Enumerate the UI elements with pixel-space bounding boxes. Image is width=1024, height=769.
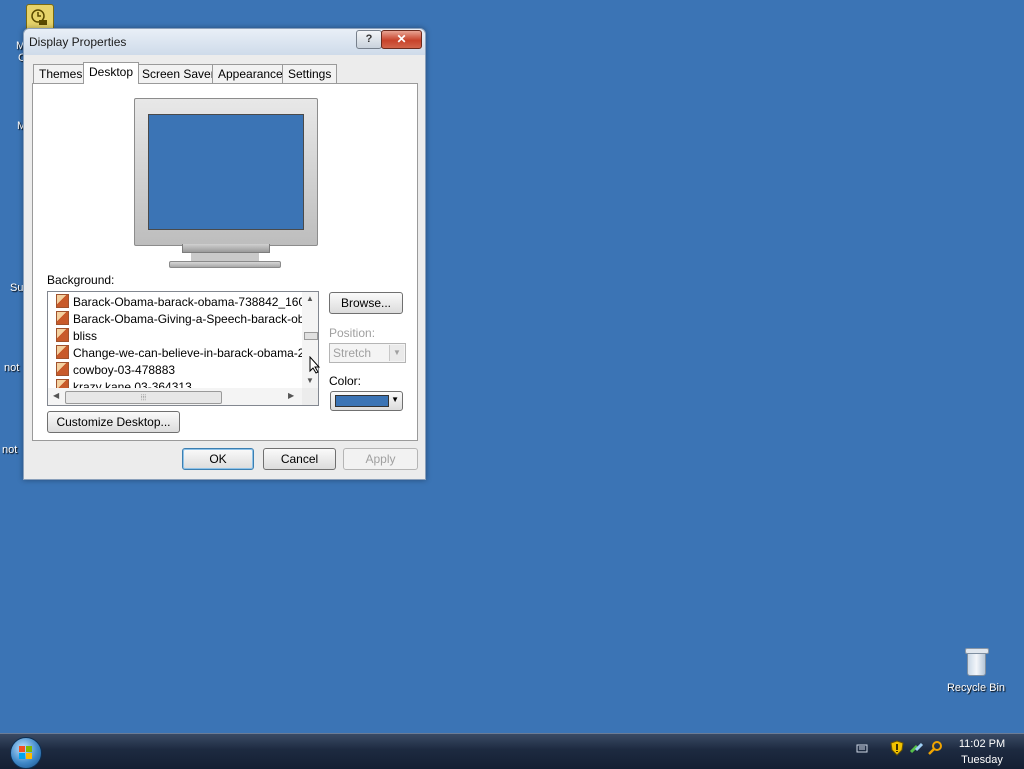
keyboard-icon[interactable] — [856, 742, 872, 758]
customize-desktop-button[interactable]: Customize Desktop... — [47, 411, 180, 433]
tab-screen-saver[interactable]: Screen Saver — [136, 64, 221, 83]
color-picker-button[interactable]: ▼ — [330, 391, 403, 411]
desktop-label-fragment: Su — [10, 282, 24, 294]
list-item-label: Change-we-can-believe-in-barack-obama-27… — [73, 346, 319, 360]
chevron-down-icon: ▼ — [389, 345, 404, 361]
help-button[interactable]: ? — [356, 30, 382, 49]
recycle-bin-icon — [965, 648, 989, 676]
position-label: Position: — [329, 326, 376, 340]
list-item[interactable]: Barack-Obama-Giving-a-Speech-barack-obam… — [56, 311, 319, 327]
vertical-scroll-thumb[interactable] — [304, 332, 318, 340]
image-file-icon — [56, 362, 69, 376]
monitor-base — [169, 261, 281, 268]
network-icon[interactable] — [909, 740, 925, 756]
clock-time: 11:02 PM — [958, 738, 1006, 750]
list-item[interactable]: cowboy-03-478883 — [56, 362, 175, 378]
display-properties-dialog: Display Properties ? ✕ Themes Desktop Sc… — [23, 28, 426, 480]
tab-themes[interactable]: Themes — [33, 64, 89, 83]
list-item[interactable]: bliss — [56, 328, 97, 344]
dialog-title: Display Properties — [29, 35, 127, 49]
browse-button[interactable]: Browse... — [329, 292, 403, 314]
position-value: Stretch — [333, 346, 372, 360]
search-icon[interactable] — [928, 740, 944, 756]
title-bar[interactable]: Display Properties ? ✕ — [24, 29, 425, 55]
security-shield-icon[interactable] — [890, 740, 906, 756]
tab-appearance[interactable]: Appearance — [212, 64, 289, 83]
image-file-icon — [56, 294, 69, 308]
tab-settings[interactable]: Settings — [282, 64, 338, 83]
preview-screen — [148, 114, 304, 230]
desktop-label-fragment: not — [2, 444, 18, 456]
monitor-stand — [182, 244, 270, 253]
desktop-tab-panel: Background: Barack-Obama-barack-obama-73… — [32, 83, 418, 441]
color-swatch — [335, 395, 389, 407]
list-item-label: Barack-Obama-Giving-a-Speech-barack-obam… — [73, 312, 319, 326]
scroll-right-icon[interactable]: ▶ — [288, 391, 294, 400]
image-file-icon — [56, 311, 69, 325]
image-file-icon — [56, 345, 69, 359]
ok-button[interactable]: OK — [182, 448, 254, 470]
clock-day: Tuesday — [961, 754, 1003, 766]
list-item-label: bliss — [73, 329, 98, 343]
horizontal-scrollbar[interactable]: ◀ ⦙⦙⦙ ▶ — [48, 388, 302, 405]
background-label: Background: — [47, 273, 115, 287]
color-label: Color: — [329, 374, 362, 388]
monitor-preview — [134, 98, 318, 246]
image-file-icon — [56, 328, 69, 342]
desktop-label-fragment: not — [4, 362, 20, 374]
position-select[interactable]: Stretch ▼ — [329, 343, 406, 363]
mouse-cursor-icon — [309, 356, 321, 374]
taskbar: 11:02 PM Tuesday — [0, 733, 1024, 769]
recycle-bin-label: Recycle Bin — [946, 682, 1006, 694]
chevron-down-icon: ▼ — [391, 395, 399, 404]
monitor-neck — [191, 253, 259, 261]
scrollbar-corner — [302, 388, 318, 405]
list-item-label: Barack-Obama-barack-obama-738842_1600_12 — [73, 295, 319, 309]
close-button[interactable]: ✕ — [381, 30, 422, 49]
list-item[interactable]: Barack-Obama-barack-obama-738842_1600_12 — [56, 294, 319, 310]
scroll-left-icon[interactable]: ◀ — [53, 391, 59, 400]
start-button[interactable] — [10, 737, 42, 769]
recycle-bin[interactable]: Recycle Bin — [944, 648, 1008, 694]
clock[interactable]: 11:02 PM Tuesday — [952, 736, 1012, 768]
horizontal-scroll-thumb[interactable]: ⦙⦙⦙ — [65, 391, 222, 404]
list-item[interactable]: Change-we-can-believe-in-barack-obama-27… — [56, 345, 319, 361]
cancel-button[interactable]: Cancel — [263, 448, 336, 470]
scroll-down-icon[interactable]: ▼ — [306, 376, 314, 385]
list-item-label: cowboy-03-478883 — [73, 363, 176, 377]
background-list[interactable]: Barack-Obama-barack-obama-738842_1600_12… — [47, 291, 319, 406]
scroll-up-icon[interactable]: ▲ — [306, 294, 314, 303]
apply-button[interactable]: Apply — [343, 448, 418, 470]
tab-desktop[interactable]: Desktop — [83, 62, 140, 84]
windows-logo-icon — [19, 746, 32, 759]
